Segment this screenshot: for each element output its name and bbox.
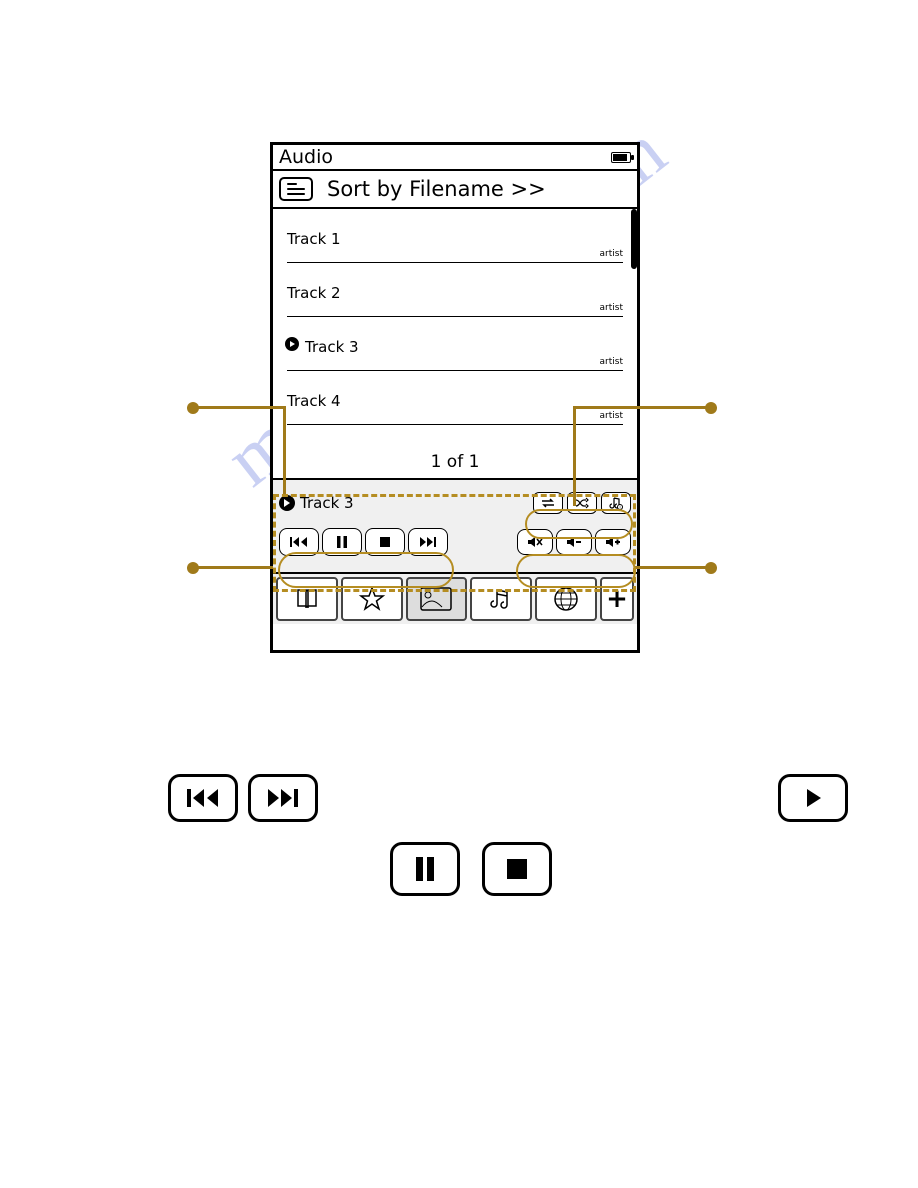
track-artist: artist bbox=[600, 411, 623, 421]
tab-audio[interactable] bbox=[470, 577, 532, 621]
now-playing-label: Track 3 bbox=[300, 494, 354, 512]
next-button[interactable] bbox=[408, 528, 448, 556]
title-bar: Audio bbox=[273, 145, 637, 171]
app-title: Audio bbox=[279, 146, 333, 168]
track-row[interactable]: Track 3 artist bbox=[287, 327, 623, 381]
tab-favorites[interactable] bbox=[341, 577, 403, 621]
tab-web[interactable] bbox=[535, 577, 597, 621]
shuffle-button[interactable] bbox=[567, 492, 597, 514]
battery-icon bbox=[611, 152, 631, 163]
callout-leader bbox=[193, 406, 283, 409]
callout-leader bbox=[573, 406, 711, 409]
repeat-button[interactable] bbox=[533, 492, 563, 514]
doc-next-button[interactable] bbox=[248, 774, 318, 822]
mode-group: i bbox=[533, 492, 631, 514]
callout-leader bbox=[283, 406, 286, 496]
track-list[interactable]: Track 1 artist Track 2 artist Track 3 ar… bbox=[273, 209, 637, 478]
volume-down-button[interactable] bbox=[556, 529, 592, 555]
track-list-button[interactable] bbox=[279, 177, 313, 201]
doc-pause-button[interactable] bbox=[390, 842, 460, 896]
track-name: Track 4 bbox=[287, 392, 341, 410]
track-name: Track 2 bbox=[287, 284, 341, 302]
playback-group bbox=[279, 528, 448, 556]
player-panel: Track 3 i bbox=[273, 478, 637, 574]
track-artist: artist bbox=[600, 249, 623, 259]
doc-previous-button[interactable] bbox=[168, 774, 238, 822]
track-info-button[interactable]: i bbox=[601, 492, 631, 514]
tab-add[interactable]: + bbox=[600, 577, 634, 621]
mute-button[interactable] bbox=[517, 529, 553, 555]
stop-button[interactable] bbox=[365, 528, 405, 556]
callout-leader bbox=[573, 406, 576, 506]
callout-leader bbox=[634, 566, 710, 569]
doc-stop-button[interactable] bbox=[482, 842, 552, 896]
scrollbar[interactable] bbox=[631, 209, 637, 269]
volume-up-button[interactable] bbox=[595, 529, 631, 555]
previous-button[interactable] bbox=[279, 528, 319, 556]
tab-library[interactable] bbox=[276, 577, 338, 621]
track-row[interactable]: Track 1 artist bbox=[287, 219, 623, 273]
tab-photos[interactable] bbox=[406, 577, 468, 621]
now-playing-icon bbox=[285, 337, 299, 351]
callout-leader bbox=[193, 566, 273, 569]
svg-text:i: i bbox=[619, 505, 620, 510]
volume-group bbox=[517, 529, 631, 555]
track-artist: artist bbox=[600, 357, 623, 367]
track-artist: artist bbox=[600, 303, 623, 313]
pause-button[interactable] bbox=[322, 528, 362, 556]
pager: 1 of 1 bbox=[273, 452, 637, 472]
play-icon bbox=[279, 495, 295, 511]
device-screen: Audio Sort by Filename >> Track 1 artist… bbox=[270, 142, 640, 653]
track-name: Track 1 bbox=[287, 230, 341, 248]
app-bar: + bbox=[273, 574, 637, 624]
track-row[interactable]: Track 2 artist bbox=[287, 273, 623, 327]
sort-bar: Sort by Filename >> bbox=[273, 171, 637, 209]
doc-play-button[interactable] bbox=[778, 774, 848, 822]
sort-label[interactable]: Sort by Filename >> bbox=[327, 177, 546, 201]
track-name: Track 3 bbox=[305, 338, 359, 356]
